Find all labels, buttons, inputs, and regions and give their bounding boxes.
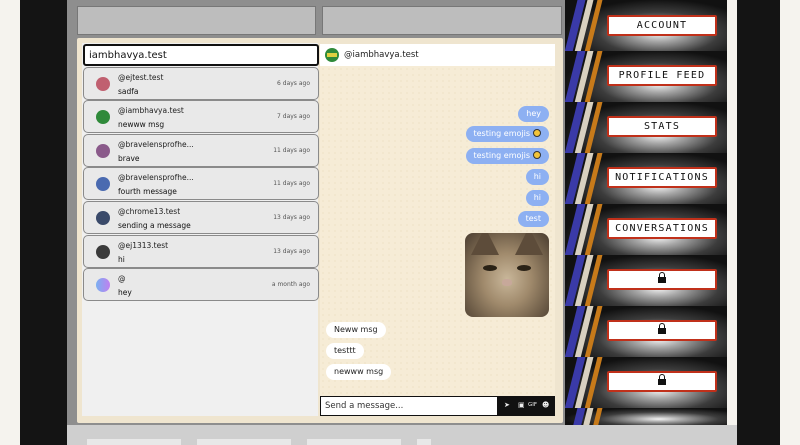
message-text: newww msg — [334, 367, 384, 376]
nav-stats-button[interactable]: STATS — [607, 116, 717, 137]
conversation-username: @bravelensprofhe... — [118, 173, 194, 182]
nav-label: PROFILE FEED — [618, 70, 706, 81]
message-text: hi — [533, 193, 541, 202]
nav-slot-locked — [565, 255, 727, 306]
conversation-last-message: newww msg — [118, 120, 165, 129]
nav-slot-account: ACCOUNT — [565, 0, 727, 51]
nav-label: NOTIFICATIONS — [615, 172, 709, 183]
nav-notifications-button[interactable]: NOTIFICATIONS — [607, 167, 717, 188]
nav-locked-button[interactable] — [607, 320, 717, 341]
incoming-message: Neww msg — [326, 322, 386, 338]
outgoing-message: test — [517, 211, 549, 227]
avatar — [96, 211, 110, 225]
conversation-username: @ejtest.test — [118, 73, 164, 82]
conversation-username: @ej1313.test — [118, 241, 169, 250]
bottom-tab[interactable] — [87, 439, 181, 445]
conversation-item[interactable]: @ hey a month ago — [83, 268, 319, 301]
conversation-item[interactable]: @chrome13.test sending a message 13 days… — [83, 201, 319, 234]
top-panel-right — [322, 6, 562, 35]
send-icon[interactable]: ➤ — [504, 401, 510, 409]
conversation-last-message: brave — [118, 154, 140, 163]
emoji-icon — [533, 151, 541, 159]
nav-label: ACCOUNT — [636, 20, 688, 31]
top-panel-left — [77, 6, 316, 35]
conversation-item[interactable]: @bravelensprofhe... fourth message 11 da… — [83, 167, 319, 200]
conversation-last-message: sadfa — [118, 87, 139, 96]
bottom-tab[interactable] — [307, 439, 401, 445]
message-text: test — [525, 214, 541, 223]
nav-slot-conversations: CONVERSATIONS — [565, 204, 727, 255]
conversation-last-message: hey — [118, 288, 132, 297]
outgoing-message: hey — [518, 106, 549, 122]
right-black-bar — [737, 0, 780, 445]
conversation-item[interactable]: @iambhavya.test newww msg 7 days ago — [83, 100, 319, 133]
conversation-last-message: fourth message — [118, 187, 177, 196]
conversation-time: 13 days ago — [273, 214, 310, 221]
message-input[interactable]: Send a message... — [321, 397, 497, 415]
avatar — [96, 177, 110, 191]
message-text: testtt — [334, 346, 356, 355]
message-composer: Send a message... ➤ ▣ GIF ☻ — [320, 396, 555, 416]
cat-image-message[interactable] — [465, 233, 549, 317]
bottom-tab[interactable] — [197, 439, 291, 445]
incoming-message: testtt — [326, 343, 364, 359]
conversation-last-message: hi — [118, 255, 125, 264]
message-text: hey — [526, 109, 541, 118]
conversation-time: 11 days ago — [273, 147, 310, 154]
nav-label: STATS — [643, 121, 681, 132]
emoji-icon — [533, 129, 541, 137]
nav-account-button[interactable]: ACCOUNT — [607, 15, 717, 36]
message-text: hi — [533, 172, 541, 181]
nav-slot-locked — [565, 357, 727, 408]
nav-locked-button[interactable] — [607, 371, 717, 392]
incoming-message: newww msg — [326, 364, 392, 380]
conversation-time: a month ago — [271, 281, 310, 288]
conversation-username: @bravelensprofhe... — [118, 140, 194, 149]
conversation-time: 7 days ago — [277, 113, 310, 120]
image-upload-icon[interactable]: ▣ — [518, 401, 525, 409]
nav-slot-profile-feed: PROFILE FEED — [565, 51, 727, 102]
chat-recipient-name: @iambhavya.test — [344, 50, 419, 60]
conversation-username: @chrome13.test — [118, 207, 181, 216]
conversation-item[interactable]: @ejtest.test sadfa 6 days ago — [83, 67, 319, 100]
outgoing-message: testing emojis — [465, 126, 549, 142]
nav-slot-partial — [565, 408, 727, 425]
nav-label: CONVERSATIONS — [615, 223, 709, 234]
avatar — [96, 245, 110, 259]
left-black-bar — [20, 0, 67, 445]
search-input[interactable]: iambhavya.test — [83, 44, 319, 66]
gif-icon[interactable]: GIF — [528, 402, 537, 408]
message-text: testing emojis — [473, 129, 531, 138]
outgoing-message: testing emojis — [465, 148, 549, 164]
lock-icon — [658, 323, 666, 334]
outgoing-message: hi — [525, 169, 549, 185]
conversation-time: 6 days ago — [277, 80, 310, 87]
conversation-item[interactable]: @ej1313.test hi 13 days ago — [83, 235, 319, 268]
bottom-tab[interactable] — [417, 439, 431, 445]
conversation-username: @iambhavya.test — [118, 106, 184, 115]
avatar — [96, 77, 110, 91]
outgoing-message: hi — [525, 190, 549, 206]
chat-header: @iambhavya.test — [320, 44, 555, 66]
conversation-time: 13 days ago — [273, 248, 310, 255]
conversation-username: @ — [118, 274, 126, 283]
avatar — [96, 144, 110, 158]
conversation-last-message: sending a message — [118, 221, 191, 230]
message-text: testing emojis — [473, 151, 531, 160]
conversation-item[interactable]: @bravelensprofhe... brave 11 days ago — [83, 134, 319, 167]
nav-slot-locked — [565, 306, 727, 357]
lock-icon — [658, 272, 666, 283]
nav-slot-stats: STATS — [565, 102, 727, 153]
emoji-picker-icon[interactable]: ☻ — [542, 401, 549, 409]
nav-profile-feed-button[interactable]: PROFILE FEED — [607, 65, 717, 86]
nav-slot-notifications: NOTIFICATIONS — [565, 153, 727, 204]
nav-conversations-button[interactable]: CONVERSATIONS — [607, 218, 717, 239]
avatar — [96, 278, 110, 292]
nav-locked-button[interactable] — [607, 269, 717, 290]
conversation-time: 11 days ago — [273, 180, 310, 187]
message-text: Neww msg — [334, 325, 378, 334]
lock-icon — [658, 374, 666, 385]
avatar — [325, 48, 339, 62]
avatar — [96, 110, 110, 124]
